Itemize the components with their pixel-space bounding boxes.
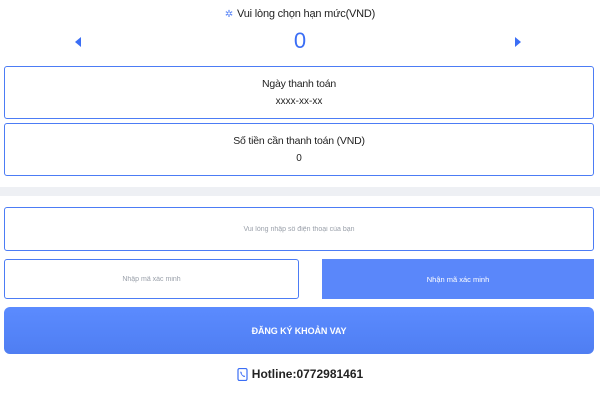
loan-application-page: ✲ Vui lòng chọn hạn mức(VND) 0 Ngày thanh… <box>0 0 600 400</box>
payment-date-value: xxxx-xx-xx <box>275 96 323 107</box>
limit-title-text: Vui lòng chọn hạn mức(VND) <box>237 8 376 20</box>
hotline[interactable]: Hotline:0772981461 <box>0 367 600 381</box>
snowflake-icon: ✲ <box>224 9 234 20</box>
section-divider <box>0 187 600 196</box>
payment-amount-value: 0 <box>296 153 302 164</box>
payment-date-box: Ngày thanh toán xxxx-xx-xx <box>4 66 594 119</box>
get-verification-code-button[interactable]: Nhận mã xác minh <box>322 259 594 299</box>
limit-title: ✲ Vui lòng chọn hạn mức(VND) <box>0 8 600 20</box>
register-loan-button[interactable]: ĐĂNG KÝ KHOẢN VAY <box>4 307 594 354</box>
payment-amount-label: Số tiền cần thanh toán (VND) <box>233 135 365 147</box>
payment-amount-box: Số tiền cần thanh toán (VND) 0 <box>4 123 594 176</box>
verification-code-input[interactable] <box>4 259 299 299</box>
hotline-text: Hotline:0772981461 <box>251 367 364 381</box>
limit-amount-value: 0 <box>293 28 307 53</box>
triangle-right-icon <box>515 37 521 47</box>
phone-icon <box>237 367 248 381</box>
phone-number-input[interactable] <box>4 207 594 251</box>
increase-limit-button[interactable] <box>511 35 525 49</box>
payment-date-label: Ngày thanh toán <box>261 78 337 90</box>
